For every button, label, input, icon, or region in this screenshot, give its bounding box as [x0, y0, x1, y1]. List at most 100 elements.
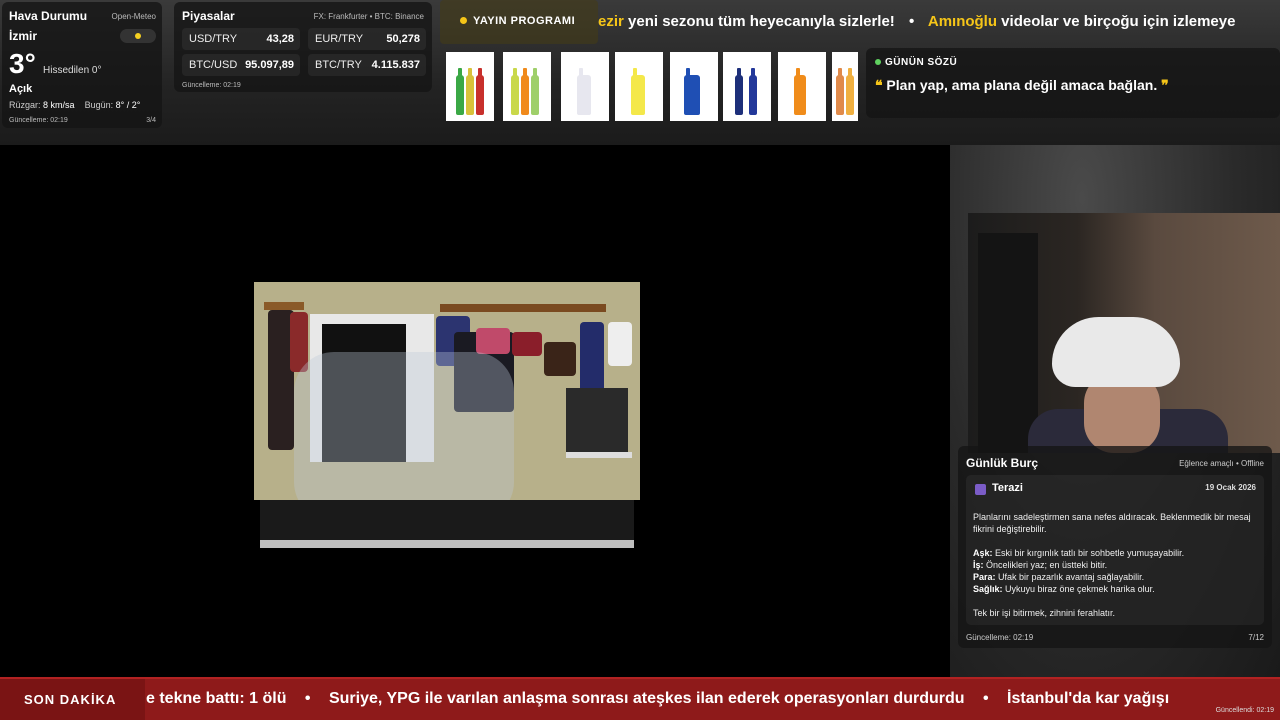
product-image-water-bottle [561, 52, 609, 121]
streamer-webcam [968, 213, 1280, 453]
markets-widget: Piyasalar FX: Frankfurter • BTC: Binance… [174, 2, 432, 92]
market-value: 43,28 [266, 33, 294, 45]
markets-updated: Güncelleme: 02:19 [182, 82, 241, 89]
breaking-news-text: e tekne battı: 1 ölü • Suriye, YPG ile v… [146, 690, 1169, 708]
product-image-mixed-bottles [832, 52, 858, 121]
horoscope-body: Planlarını sadeleştirmen sana nefes aldı… [973, 511, 1258, 619]
product-image-blue-bottles [723, 52, 771, 121]
horoscope-title: Günlük Burç [966, 456, 1039, 470]
product-image-orange-soda [778, 52, 826, 121]
market-pair: USD/TRY [189, 33, 238, 45]
scene-shelf-board [566, 452, 632, 458]
horoscope-love: Aşk: Eski bir kırgınlık tatlı bir sohbet… [973, 548, 1185, 558]
product-image-energy-can [670, 52, 718, 121]
quote-body: Plan yap, ama plana değil amaca bağlan. [882, 77, 1162, 93]
wind-label: Rüzgar: [9, 100, 41, 110]
ticker-separator: • [908, 13, 915, 30]
ticker-highlight: ezir [598, 13, 624, 30]
quote-text: ❝ Plan yap, ama plana değil amaca bağlan… [875, 77, 1169, 94]
news-separator: • [982, 690, 989, 707]
scene-floor [260, 500, 634, 540]
news-item: e tekne battı: 1 ölü [146, 690, 287, 707]
scene-paper-towel [608, 322, 632, 366]
weather-page: 3/4 [146, 117, 156, 124]
scene-hanging-top [476, 328, 510, 354]
breaking-news-label: SON DAKİKA [0, 679, 145, 720]
weather-city: İzmir [9, 29, 38, 43]
breaking-news-bar: SON DAKİKA e tekne battı: 1 ölü • Suriye… [0, 677, 1280, 720]
breaking-news-track: e tekne battı: 1 ölü • Suriye, YPG ile v… [146, 679, 1280, 720]
horoscope-card: Terazi 19 Ocak 2026 Planlarını sadeleşti… [966, 475, 1264, 625]
horoscope-date: 19 Ocak 2026 [1205, 483, 1256, 492]
scene-hanging-jacket [580, 322, 604, 396]
ticker-text: videolar ve birçoğu için izlemeye [997, 13, 1236, 30]
market-cell-eur-try: EUR/TRY 50,278 [308, 28, 426, 50]
news-separator: • [304, 690, 311, 707]
sun-icon [120, 29, 156, 43]
product-image-soda-bottles [446, 52, 494, 121]
breaking-news-label-text: SON DAKİKA [24, 692, 117, 707]
market-value: 50,278 [386, 33, 420, 45]
live-dot-icon [460, 17, 467, 24]
market-value: 95.097,89 [245, 59, 294, 71]
scene-clothes-rack [440, 304, 606, 312]
markets-title: Piyasalar [182, 9, 235, 23]
horoscope-advice: Tek bir işi bitirmek, zihnini ferahlatır… [973, 608, 1116, 618]
horoscope-widget: Günlük Burç Eğlence amaçlı • Offline Ter… [958, 446, 1272, 648]
weather-temperature: 3° [9, 48, 36, 79]
weather-feels-like: Hissedilen 0° [43, 65, 102, 76]
scene-ghost-figure [294, 352, 514, 522]
quote-close-icon: ❞ [1161, 77, 1169, 93]
weather-source: Open-Meteo [111, 12, 156, 21]
horoscope-sign: Terazi [992, 482, 1023, 494]
market-cell-btc-usd: BTC/USD 95.097,89 [182, 54, 300, 76]
news-item: Suriye, YPG ile varılan anlaşma sonrası … [328, 690, 965, 707]
horoscope-page: 7/12 [1248, 633, 1264, 642]
webcam-background-door [978, 233, 1038, 453]
market-cell-usd-try: USD/TRY 43,28 [182, 28, 300, 50]
horoscope-work: İş: Öncelikleri yaz; en üstteki bitir. [973, 560, 1108, 570]
horoscope-health: Sağlık: Uykuyu biraz öne çekmek harika o… [973, 584, 1155, 594]
libra-icon [975, 484, 986, 495]
today-label: Bugün: [84, 100, 114, 110]
weather-updated: Güncelleme: 02:19 [9, 117, 68, 124]
breaking-news-updated: Güncellendi: 02:19 [1215, 707, 1274, 714]
quote-title-text: GÜNÜN SÖZÜ [885, 57, 958, 68]
ticker-highlight: Amınoğlu [927, 13, 998, 30]
market-value: 4.115.837 [371, 59, 420, 71]
webcam-fur-hat [1052, 317, 1180, 387]
scene-hanging-cloth [512, 332, 542, 356]
weather-details: Rüzgar: 8 km/sa Bugün: 8° / 2° [9, 100, 140, 110]
horoscope-status: Eğlence amaçlı • Offline [1179, 459, 1264, 468]
horoscope-money: Para: Ufak bir pazarlık avantaj sağlayab… [973, 572, 1145, 582]
status-dot-icon [875, 59, 881, 66]
game-scene-room [254, 282, 640, 548]
ticker-text: yeni sezonu tüm heyecanıyla sizlerle! [623, 13, 895, 30]
quote-of-day-widget: GÜNÜN SÖZÜ ❝ Plan yap, ama plana değil a… [866, 48, 1280, 118]
news-item: İstanbul'da kar yağışı [1007, 690, 1170, 707]
scene-hanging-purse [544, 342, 576, 376]
horoscope-updated: Güncelleme: 02:19 [966, 633, 1034, 642]
top-ticker: ezir yeni sezonu tüm heyecanıyla sizlerl… [598, 0, 1280, 44]
market-cell-btc-try: BTC/TRY 4.115.837 [308, 54, 426, 76]
scene-shelf [566, 388, 628, 454]
sponsor-product-strip [446, 52, 858, 121]
horoscope-summary: Planlarını sadeleştirmen sana nefes aldı… [973, 512, 1251, 534]
market-pair: BTC/USD [189, 59, 238, 71]
top-ticker-text: ezir yeni sezonu tüm heyecanıyla sizlerl… [598, 13, 1235, 30]
product-image-lemon-soda [615, 52, 663, 121]
quote-open-icon: ❝ [875, 77, 883, 93]
product-image-fruit-soda [503, 52, 551, 121]
scene-floor-edge [260, 540, 634, 548]
today-value: 8° / 2° [115, 100, 141, 110]
schedule-label: YAYIN PROGRAMI [473, 15, 576, 27]
weather-title: Hava Durumu [9, 9, 88, 23]
markets-source: FX: Frankfurter • BTC: Binance [313, 12, 424, 21]
quote-title: GÜNÜN SÖZÜ [875, 57, 957, 68]
schedule-tab: YAYIN PROGRAMI [440, 0, 598, 44]
wind-value: 8 km/sa [43, 100, 75, 110]
market-pair: BTC/TRY [315, 59, 362, 71]
market-pair: EUR/TRY [315, 33, 364, 45]
scene-coat-rack [264, 302, 304, 310]
weather-widget: Hava Durumu Open-Meteo İzmir 3° Hissedil… [2, 2, 162, 128]
